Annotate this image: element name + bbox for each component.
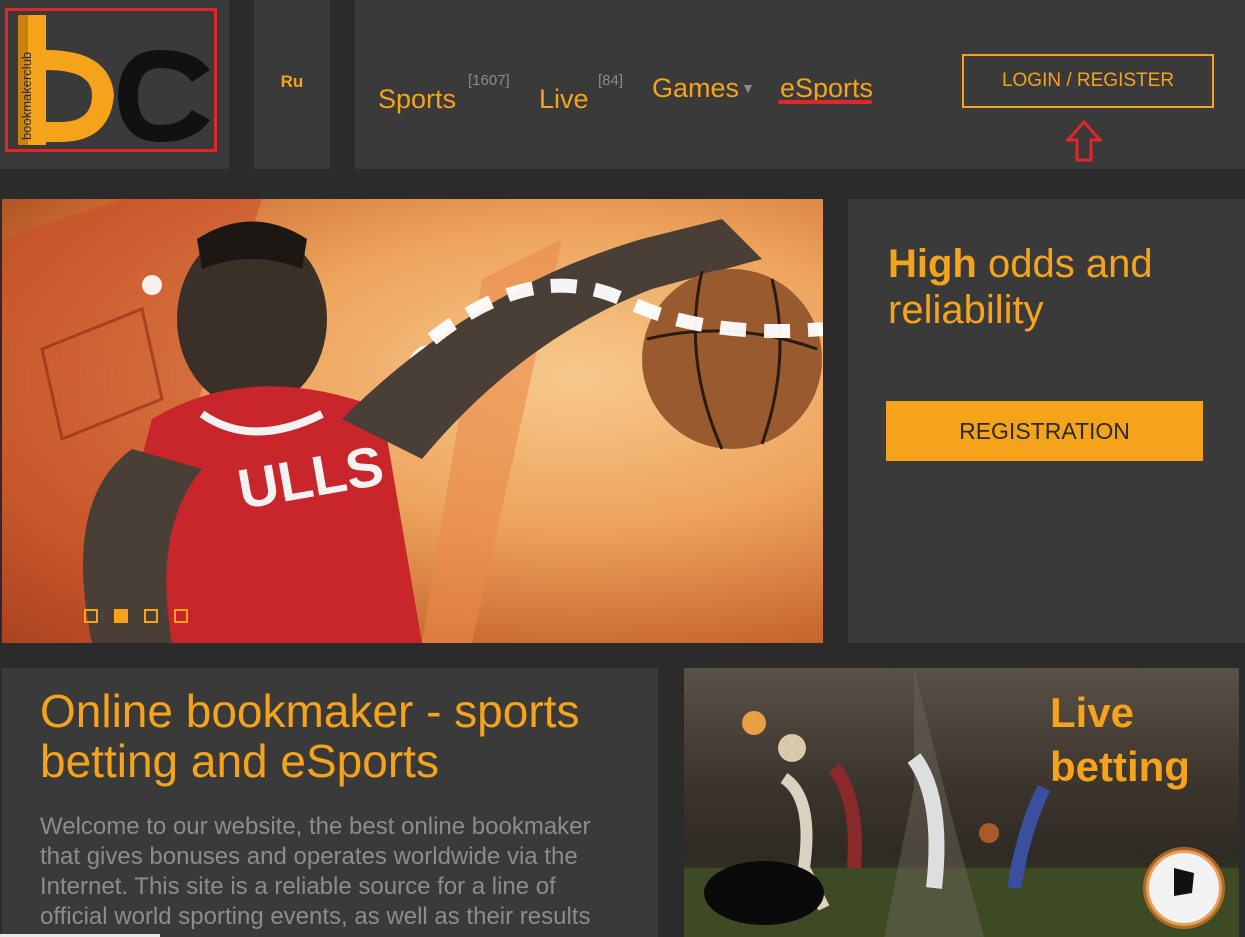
slide-dot-1[interactable] xyxy=(84,609,98,623)
slide-dot-2[interactable] xyxy=(114,609,128,623)
slide-dot-4[interactable] xyxy=(174,609,188,623)
esports-underline xyxy=(778,100,872,104)
caret-down-icon[interactable]: ▼ xyxy=(741,80,755,96)
main-nav: Sports [1607] Live [84] Games ▼ eSports … xyxy=(355,0,1245,169)
about-title: Online bookmaker - sports betting and eS… xyxy=(40,685,580,787)
live-betting-banner[interactable]: Live betting xyxy=(684,668,1239,937)
language-box: Ru xyxy=(254,0,330,169)
logo-area: bookmakerclub xyxy=(0,0,229,169)
basketball-player-image: ULLS xyxy=(2,199,823,643)
live-betting-title: Live betting xyxy=(1050,689,1190,790)
nav-sports-count: [1607] xyxy=(468,72,510,89)
hero-banner[interactable]: ULLS xyxy=(2,199,823,643)
logo-text: bookmakerclub xyxy=(19,52,34,140)
nav-live-count: [84] xyxy=(598,72,624,89)
hero-side-panel: High odds and reliability REGISTRATION xyxy=(848,199,1245,643)
nav-live[interactable]: Live xyxy=(539,84,589,115)
about-text: Welcome to our website, the best online … xyxy=(40,813,591,930)
nav-sports[interactable]: Sports xyxy=(378,84,456,115)
bookmakerclub-logo[interactable]: bookmakerclub xyxy=(10,10,215,150)
login-register-button[interactable]: LOGIN / REGISTER xyxy=(962,54,1214,108)
about-section: Online bookmaker - sports betting and eS… xyxy=(2,668,658,937)
nav-games[interactable]: Games xyxy=(652,73,739,104)
registration-button[interactable]: REGISTRATION xyxy=(886,401,1203,461)
slide-dot-3[interactable] xyxy=(144,609,158,623)
language-switch[interactable]: Ru xyxy=(254,72,330,92)
arrow-up-icon xyxy=(1066,120,1102,162)
hero-headline: High odds and reliability xyxy=(888,242,1153,332)
